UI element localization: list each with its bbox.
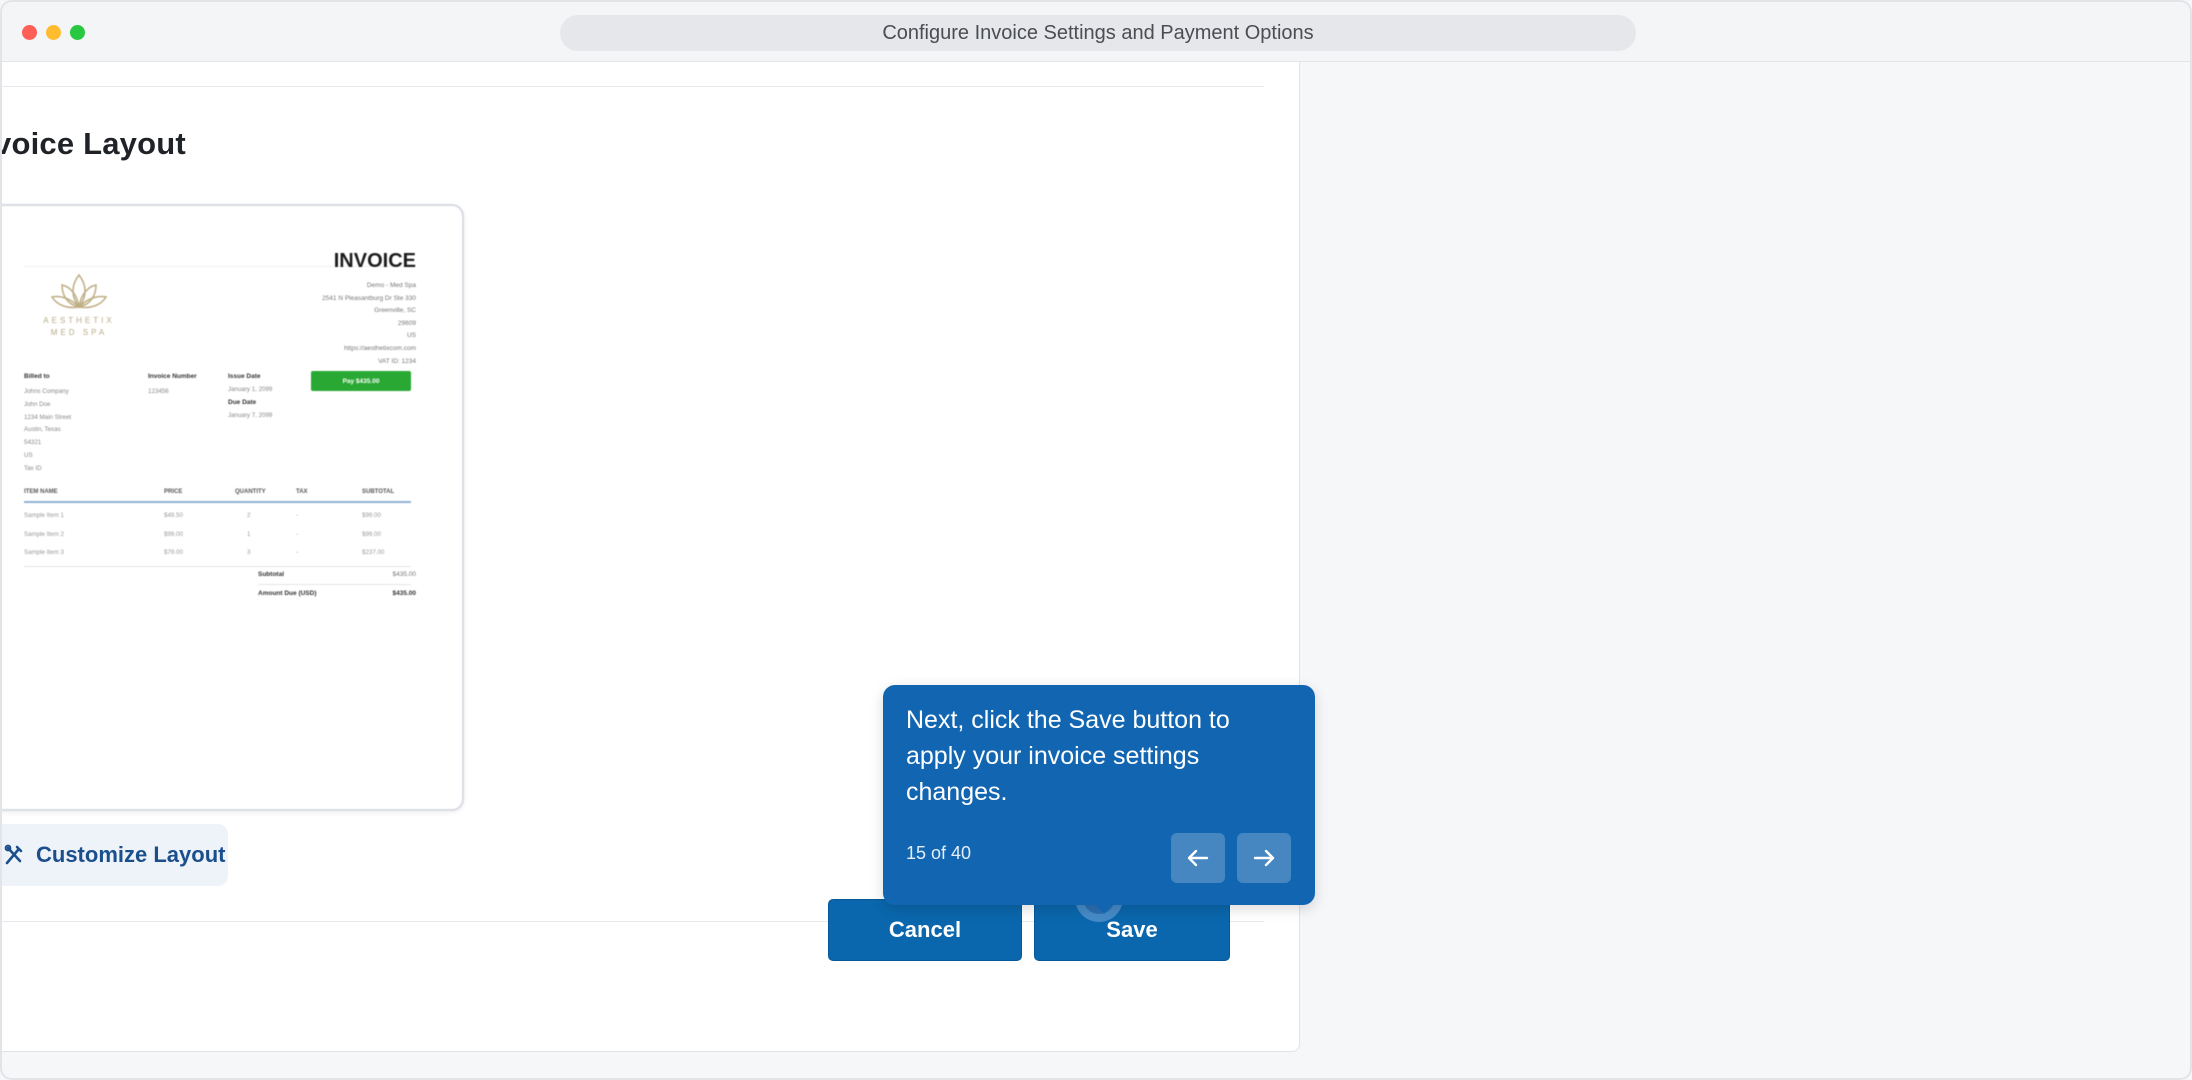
title-bar: Configure Invoice Settings and Payment O… bbox=[2, 2, 2190, 62]
amount-due-label: Amount Due (USD) bbox=[258, 590, 317, 597]
cell: Sample Item 2 bbox=[24, 531, 64, 538]
address-line: US bbox=[406, 332, 416, 340]
billed-to-details: Johns Company John Doe 1234 Main Street … bbox=[24, 386, 71, 476]
billed-to-line: Austin, Texas bbox=[24, 426, 61, 434]
arrow-left-icon bbox=[1187, 849, 1209, 867]
due-date: January 7, 2099 bbox=[228, 412, 273, 419]
logo-text: AESTHETIX bbox=[43, 316, 115, 325]
invoice-title: INVOICE bbox=[333, 250, 416, 272]
cancel-button[interactable]: Cancel bbox=[828, 899, 1022, 961]
close-window-icon[interactable] bbox=[22, 25, 37, 40]
browser-window: Configure Invoice Settings and Payment O… bbox=[0, 0, 2192, 1080]
logo-text: MED SPA bbox=[50, 328, 108, 337]
minimize-window-icon[interactable] bbox=[46, 25, 61, 40]
billed-to-line: Johns Company bbox=[24, 388, 69, 395]
column-header: ITEM NAME bbox=[24, 489, 58, 495]
address-line: VAT ID: 1234 bbox=[378, 357, 416, 365]
cell: $99.00 bbox=[362, 531, 381, 538]
billed-to-line: Tax ID bbox=[24, 464, 42, 472]
amount-due-value: $435.00 bbox=[392, 590, 417, 597]
subtotal-value: $435.00 bbox=[392, 571, 417, 578]
invoice-preview: INVOICE Demo - Med Spa 2541 N Pleasantbu… bbox=[2, 204, 464, 811]
billed-to-line: John Doe bbox=[24, 400, 51, 408]
address-line: Demo - Med Spa bbox=[366, 282, 416, 289]
address-line: 2541 N Pleasantburg Dr Ste 330 bbox=[322, 294, 416, 302]
save-button[interactable]: Save bbox=[1034, 899, 1230, 961]
maximize-window-icon[interactable] bbox=[70, 25, 85, 40]
design-tools-icon bbox=[4, 844, 23, 865]
column-header: QUANTITY bbox=[235, 489, 266, 495]
address-line: 29609 bbox=[397, 319, 416, 327]
cell: $99.00 bbox=[164, 531, 183, 538]
billed-to-line: 54321 bbox=[24, 439, 42, 447]
due-date-label: Due Date bbox=[228, 399, 257, 406]
invoice-number: 123456 bbox=[148, 388, 169, 395]
cell: $99.00 bbox=[362, 512, 381, 519]
cell: - bbox=[296, 512, 299, 519]
window-title: Configure Invoice Settings and Payment O… bbox=[560, 15, 1636, 51]
table-header-divider bbox=[24, 501, 411, 503]
arrow-right-icon bbox=[1253, 849, 1275, 867]
cell: 3 bbox=[247, 549, 251, 556]
divider bbox=[258, 584, 411, 585]
column-header: SUBTOTAL bbox=[362, 489, 395, 495]
pay-button: Pay $435.00 bbox=[311, 371, 411, 391]
previous-step-button[interactable] bbox=[1171, 833, 1225, 883]
cell: 2 bbox=[247, 512, 251, 519]
cell: $237.00 bbox=[362, 549, 385, 556]
cell: $49.50 bbox=[164, 512, 183, 519]
customize-layout-button[interactable]: Customize Layout bbox=[2, 824, 228, 886]
next-step-button[interactable] bbox=[1237, 833, 1291, 883]
company-logo: AESTHETIX MED SPA bbox=[24, 271, 134, 339]
walkthrough-tooltip: Next, click the Save button to apply you… bbox=[883, 685, 1315, 914]
issue-date: January 1, 2099 bbox=[228, 386, 273, 393]
cell: - bbox=[296, 549, 299, 556]
cell: $79.00 bbox=[164, 549, 183, 556]
billed-to-line: US bbox=[24, 451, 33, 459]
address-line: Greenville, SC bbox=[374, 307, 416, 315]
cell: 1 bbox=[247, 531, 251, 538]
billed-to-label: Billed to bbox=[24, 373, 50, 380]
column-header: TAX bbox=[296, 489, 308, 495]
billed-to-line: 1234 Main Street bbox=[24, 413, 72, 421]
column-header: PRICE bbox=[164, 489, 183, 495]
step-counter: 15 of 40 bbox=[906, 843, 972, 863]
customize-layout-label: Customize Layout bbox=[36, 842, 226, 867]
subtotal-label: Subtotal bbox=[258, 571, 284, 578]
cell: Sample Item 3 bbox=[24, 549, 64, 556]
divider bbox=[24, 566, 411, 567]
section-title: voice Layout bbox=[0, 126, 186, 161]
invoice-number-label: Invoice Number bbox=[148, 373, 197, 380]
tooltip-text: Next, click the Save button to apply you… bbox=[906, 706, 1230, 806]
divider bbox=[2, 86, 1264, 87]
lotus-icon bbox=[50, 273, 108, 309]
cell: Sample Item 1 bbox=[24, 512, 64, 519]
address-line: https://aesthetixcom.com bbox=[344, 344, 416, 352]
cell: - bbox=[296, 531, 299, 538]
company-address: Demo - Med Spa 2541 N Pleasantburg Dr St… bbox=[216, 280, 416, 368]
issue-date-label: Issue Date bbox=[228, 373, 261, 380]
